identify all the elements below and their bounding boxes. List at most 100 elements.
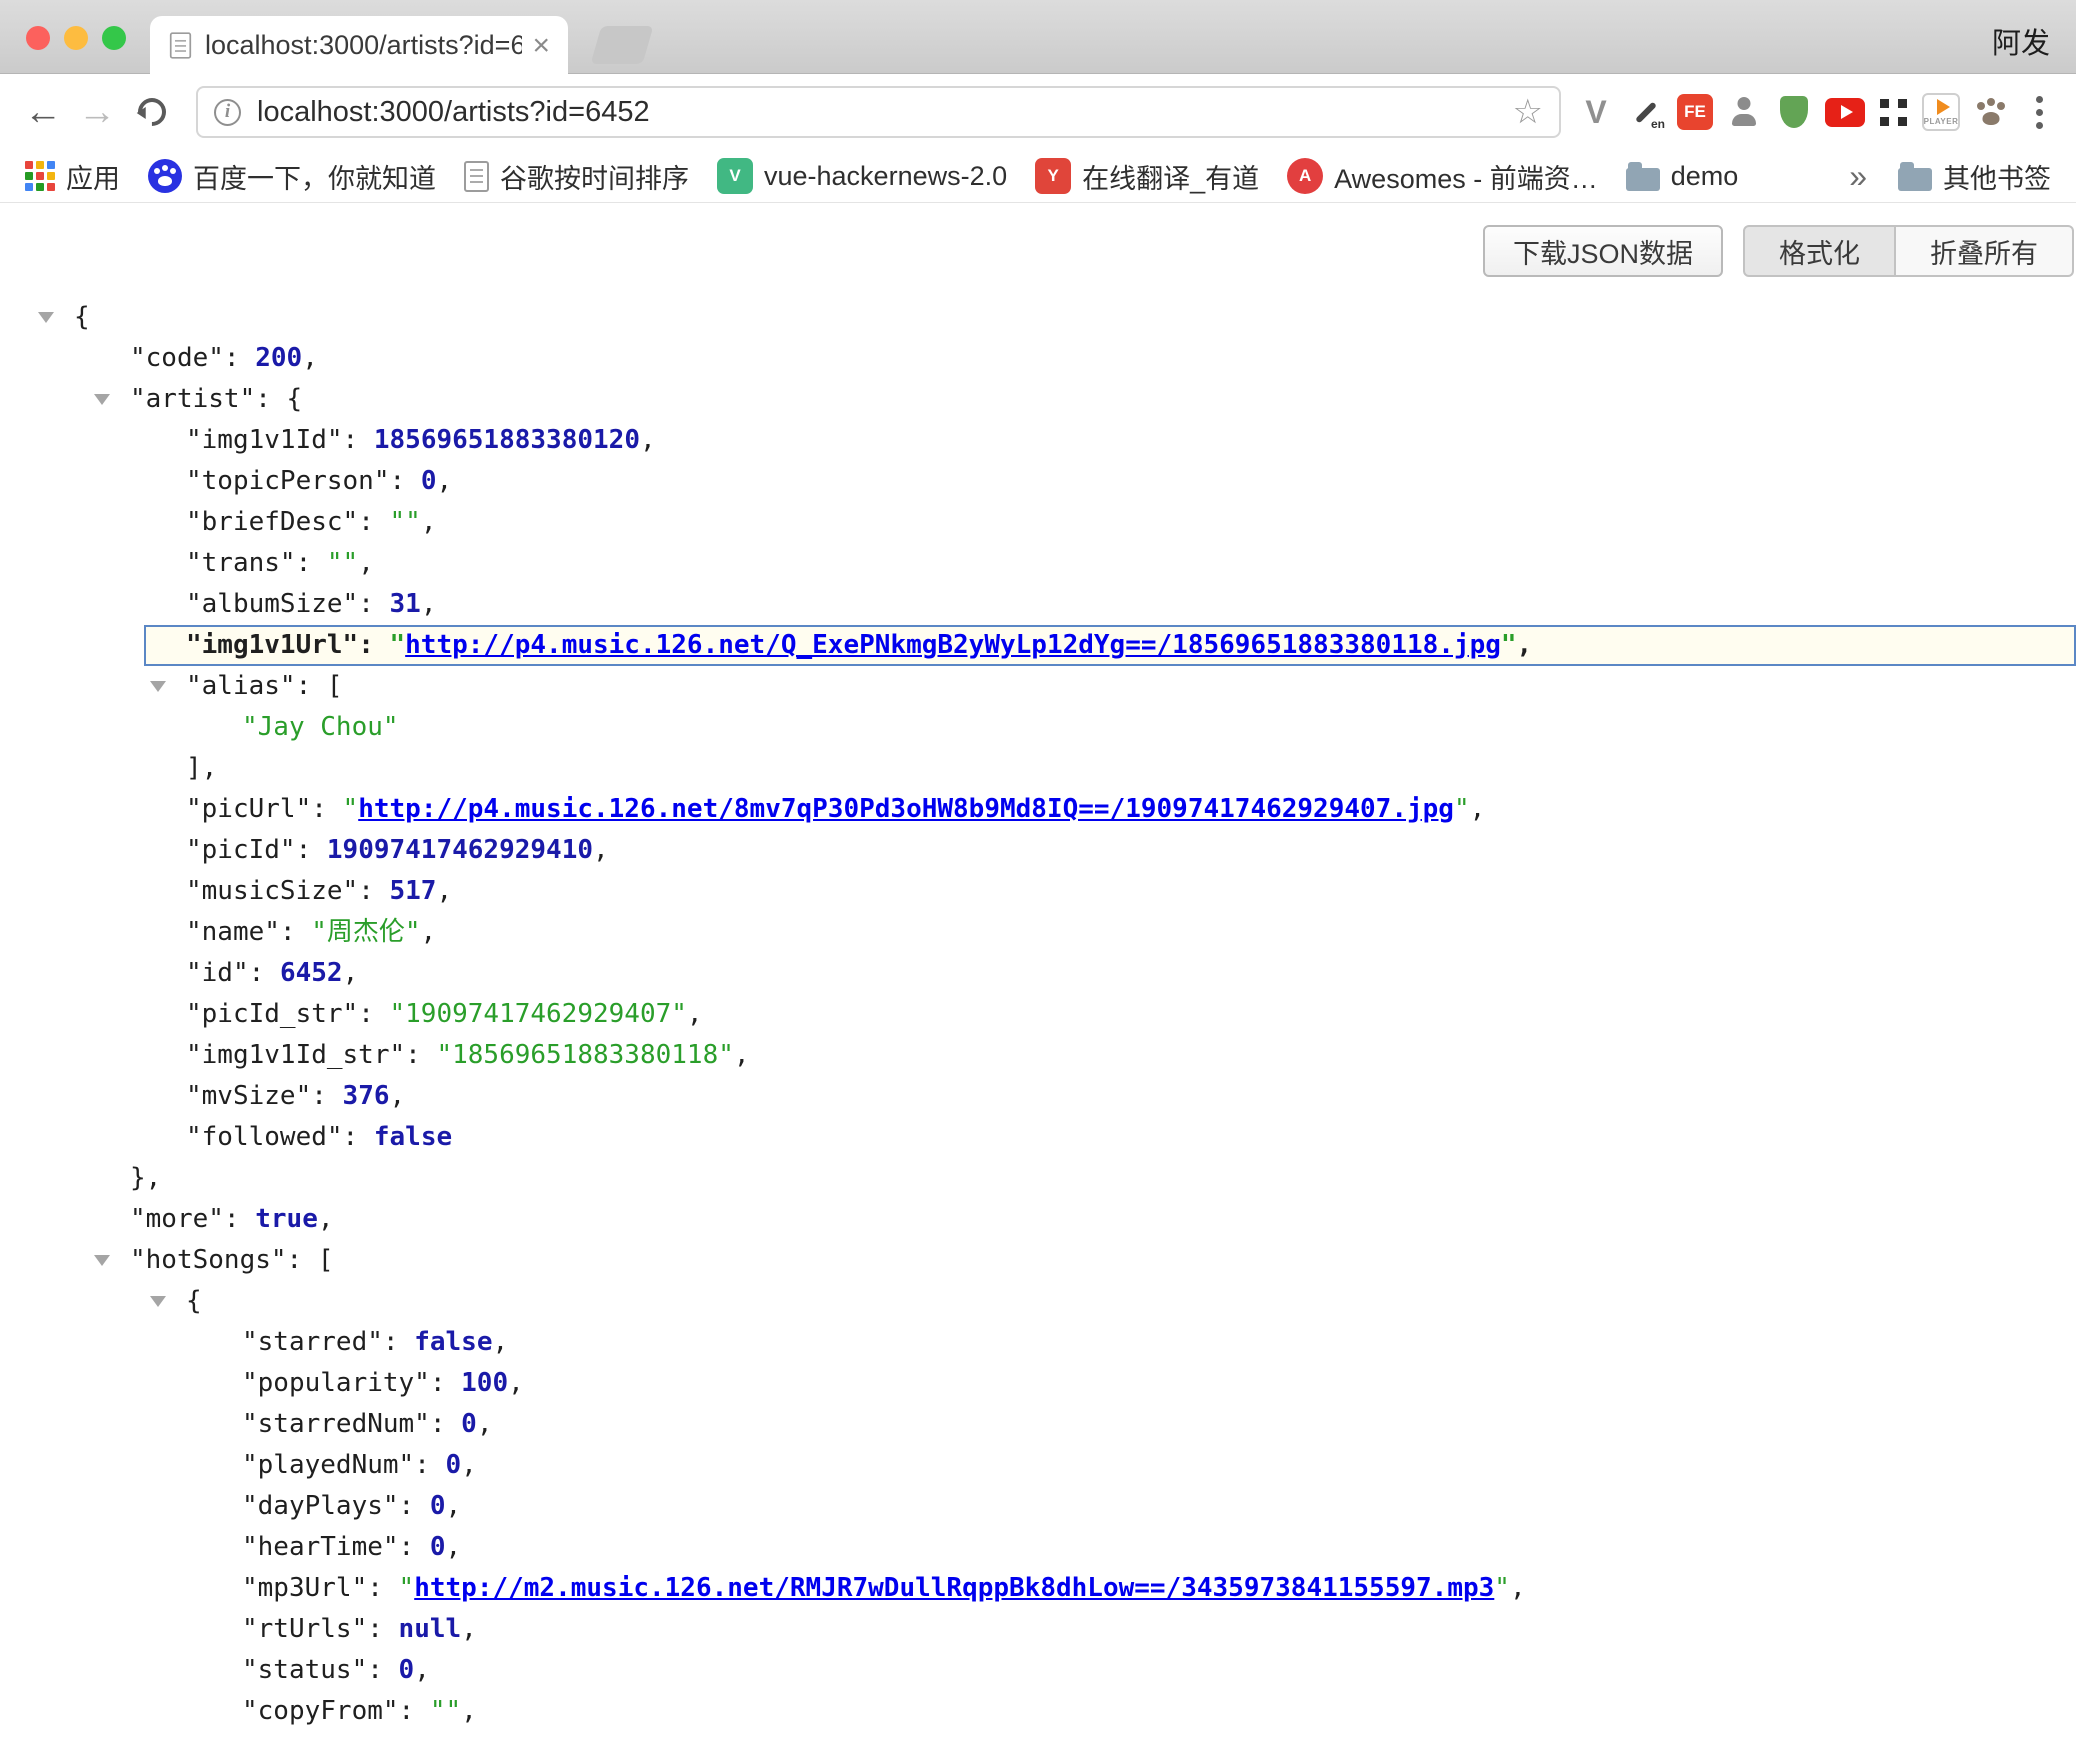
json-token: "picId": [186, 835, 296, 865]
baidu-icon: [148, 159, 182, 193]
json-line: "mvSize": 376,: [0, 1076, 2076, 1117]
json-token: :: [343, 1122, 374, 1152]
green-shield-adblock-extension-icon[interactable]: [1775, 93, 1813, 131]
json-token: ,: [1470, 794, 1486, 824]
json-token: 376: [343, 1081, 390, 1111]
json-url-link[interactable]: http://p4.music.126.net/Q_ExePNkmgB2yWyL…: [405, 630, 1501, 660]
bookmarks-right-group: » 其他书签: [1849, 157, 2062, 196]
collapse-toggle-icon[interactable]: [150, 681, 166, 692]
json-token: :: [367, 1614, 398, 1644]
json-token: "trans": [186, 548, 296, 578]
json-token: :: [367, 1655, 398, 1685]
json-token: :: [224, 1204, 255, 1234]
paw-extension-icon[interactable]: [1972, 93, 2010, 131]
json-line: "albumSize": 31,: [0, 584, 2076, 625]
json-token: "hotSongs": [130, 1245, 287, 1275]
json-token: ,: [593, 835, 609, 865]
tab-title: localhost:3000/artists?id=645: [205, 30, 522, 61]
json-token: [: [318, 1245, 334, 1275]
collapse-toggle-icon[interactable]: [94, 394, 110, 405]
json-line: },: [0, 1158, 2076, 1199]
url-bar[interactable]: i localhost:3000/artists?id=6452 ☆: [196, 86, 1561, 138]
download-json-button[interactable]: 下载JSON数据: [1483, 225, 1723, 277]
json-token: :: [280, 917, 311, 947]
bookmark-baidu[interactable]: 百度一下，你就知道: [137, 157, 447, 196]
json-token: ,: [414, 1655, 430, 1685]
browser-tab[interactable]: localhost:3000/artists?id=645 ×: [150, 16, 568, 75]
json-token: :: [430, 1368, 461, 1398]
person-extension-icon[interactable]: [1725, 93, 1763, 131]
json-token: ,: [1510, 1573, 1526, 1603]
youdao-icon: Y: [1035, 158, 1071, 194]
json-url-link[interactable]: http://m2.music.126.net/RMJR7wDullRqppBk…: [414, 1573, 1494, 1603]
tab-close-icon[interactable]: ×: [532, 29, 550, 63]
gray-v-extension-icon[interactable]: V: [1577, 93, 1615, 131]
bookmark-google-time-sort[interactable]: 谷歌按时间排序: [453, 157, 700, 196]
collapse-toggle-icon[interactable]: [94, 1255, 110, 1266]
bookmark-label: 应用: [66, 157, 120, 196]
json-token: 19097417462929410: [327, 835, 593, 865]
json-line: "starredNum": 0,: [0, 1404, 2076, 1445]
json-token: :: [296, 835, 327, 865]
url-text[interactable]: localhost:3000/artists?id=6452: [257, 96, 1503, 129]
json-token: "status": [242, 1655, 367, 1685]
youtube-extension-icon[interactable]: [1825, 98, 1865, 127]
translate-pen-extension-icon[interactable]: en: [1627, 93, 1665, 131]
qrcode-extension-icon[interactable]: [1877, 96, 1910, 129]
reload-button[interactable]: [132, 92, 172, 132]
json-token: },: [130, 1163, 161, 1193]
json-token: null: [399, 1614, 462, 1644]
json-token: :: [311, 794, 342, 824]
json-token: "19097417462929407": [390, 999, 687, 1029]
bookmark-apps[interactable]: 应用: [14, 157, 131, 196]
json-token: "popularity": [242, 1368, 430, 1398]
format-button[interactable]: 格式化: [1743, 225, 1896, 277]
json-token: :: [343, 425, 374, 455]
json-token: :: [399, 1696, 430, 1726]
bookmark-star-icon[interactable]: ☆: [1513, 92, 1543, 132]
json-line: "picUrl": "http://p4.music.126.net/8mv7q…: [0, 789, 2076, 830]
json-token: ,: [436, 466, 452, 496]
bookmark-awesomes[interactable]: AAwesomes - 前端资…: [1276, 157, 1609, 196]
json-token: ,: [318, 1204, 334, 1234]
collapse-toggle-icon[interactable]: [150, 1296, 166, 1307]
minimize-window-button[interactable]: [64, 26, 88, 50]
player-extension-icon[interactable]: PLAYER: [1922, 93, 1960, 131]
bookmark-other-bookmarks[interactable]: 其他书签: [1887, 157, 2062, 196]
close-window-button[interactable]: [26, 26, 50, 50]
json-url-link[interactable]: http://p4.music.126.net/8mv7qP30Pd3oHW8b…: [358, 794, 1454, 824]
json-token: ,: [461, 1696, 477, 1726]
back-button[interactable]: ←: [16, 93, 70, 131]
profile-name[interactable]: 阿发: [1992, 20, 2050, 62]
json-token: 200: [255, 343, 302, 373]
bookmark-demo[interactable]: demo: [1615, 161, 1750, 192]
json-token: "rtUrls": [242, 1614, 367, 1644]
bookmarks-overflow-chevron[interactable]: »: [1849, 158, 1867, 195]
fehelper-extension-icon[interactable]: FE: [1677, 94, 1713, 130]
json-token: ": [343, 794, 359, 824]
json-page: 下载JSON数据 格式化 折叠所有 {"code": 200,"artist":…: [0, 225, 2076, 1732]
bookmark-youdao-translate[interactable]: Y在线翻译_有道: [1024, 157, 1270, 196]
json-token: "picId_str": [186, 999, 358, 1029]
json-line: "picId_str": "19097417462929407",: [0, 994, 2076, 1035]
collapse-all-button[interactable]: 折叠所有: [1896, 225, 2074, 277]
new-tab-button[interactable]: [591, 26, 654, 64]
browser-menu-button[interactable]: [2018, 96, 2060, 129]
collapse-toggle-icon[interactable]: [38, 312, 54, 323]
bookmark-vue-hackernews[interactable]: Vvue-hackernews-2.0: [706, 158, 1018, 194]
json-token: 0: [399, 1655, 415, 1685]
page-info-icon[interactable]: i: [214, 99, 241, 126]
json-token: false: [414, 1327, 492, 1357]
json-token: :: [224, 343, 255, 373]
json-token: :: [311, 1081, 342, 1111]
page-icon: [464, 161, 489, 192]
apps-icon: [25, 161, 55, 191]
json-token: 0: [430, 1532, 446, 1562]
json-token: "mvSize": [186, 1081, 311, 1111]
json-token: :: [390, 466, 421, 496]
json-token: "": [327, 548, 358, 578]
forward-button[interactable]: →: [70, 93, 124, 131]
fullscreen-window-button[interactable]: [102, 26, 126, 50]
json-token: "dayPlays": [242, 1491, 399, 1521]
json-token: :: [405, 1040, 436, 1070]
